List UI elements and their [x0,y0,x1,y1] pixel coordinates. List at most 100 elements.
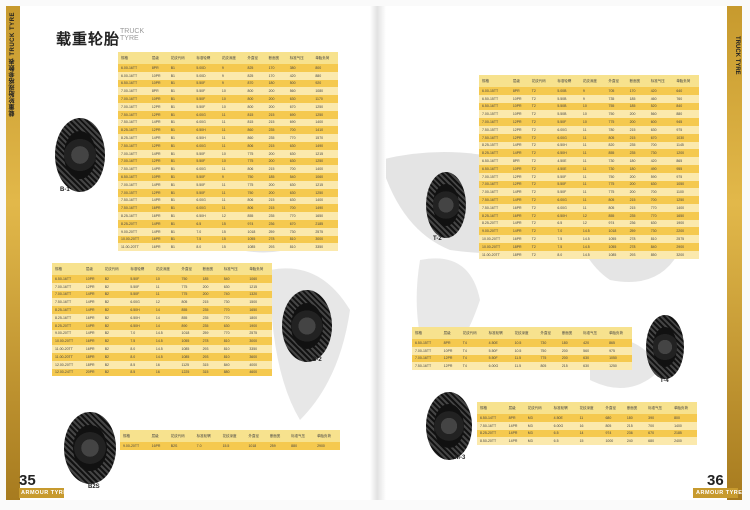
table-cell: 865 [606,339,632,347]
table-cell: 10PR [148,173,168,181]
table-cell: 880 [673,110,699,119]
table-row: 8.25-16TT 16PR B1 6.50H 12 855 235 770 1650 [118,212,338,220]
table-cell: 825 [244,71,266,80]
table-cell: 10 [152,275,179,283]
table-cell: 10 [218,102,245,111]
table-cell: 16 [152,360,179,369]
table-cell: 278 [626,235,648,243]
table-cell: 11 [218,165,245,174]
table-cell: T2 [528,196,555,204]
table-cell: 11 [218,134,245,142]
table-cell: B1 [167,196,194,205]
table-cell: B1 [167,227,194,236]
table-cell: 8.25-16TT [479,211,510,220]
table-cell: 14PR [148,134,168,142]
table-cell: B1 [167,141,194,150]
table-cell: 215 [265,196,287,205]
table-cell: 185 [199,275,221,283]
table-cell: 11 [579,180,606,189]
table-cell: 9 [218,71,245,80]
column-header: 标准气压 [286,52,313,64]
table-cell: 810 [286,243,313,252]
spec-table-t4: 规格 层级 花纹代码 标准轮辋 花纹深度 外直径 断面宽 标准气压 单胎负荷 6.50-15TT 8… [412,327,632,371]
table-cell: B1 [167,180,194,189]
table-cell: 14PR [148,118,168,127]
table-cell: 293 [199,345,221,353]
table-cell: 200 [626,110,648,119]
table-cell: 806 [244,196,266,205]
table-cell: 10.00-20TT [479,242,510,251]
table-cell: 8.25-20TT [477,429,506,438]
table-cell: 278 [265,235,287,244]
table-header-row: 规格 层级 花纹代码 标准轮辋 花纹深度 外直径 断面宽 标准气压 单胎负荷 [118,52,338,64]
table-cell: 700 [645,421,672,430]
table-row: 8.25-20TT 14PR T2 6.5 12 974 236 630 1900 [479,219,699,228]
table-cell: 8PR [505,414,525,422]
table-row: 7.00-16TT 12PR T2 5.50F 10 775 200 600 945 [479,118,699,126]
table-cell: 690 [286,118,313,127]
table-cell: 14PR [148,219,168,228]
table-cell: 12PR [440,362,460,371]
table-cell: 16PR [148,204,168,213]
table-cell: 278 [199,337,221,346]
table-cell: 14PR [505,429,525,438]
table-cell: B1 [167,64,194,72]
table-row: 7.00-16TT 14PR B2 5.50F 11 775 200 740 1320 [52,290,272,299]
table-cell: T2 [528,235,555,243]
tire-image-t4 [646,315,684,379]
column-header: 单胎负荷 [671,402,697,414]
table-cell: T2 [528,87,555,95]
table-cell: 1400 [671,421,697,430]
table-cell: 12PR [440,354,460,363]
column-header: 层级 [440,327,460,339]
table-cell: 490 [647,164,674,173]
table-cell: 11 [218,118,245,127]
column-header: 标准轮辋 [193,52,219,64]
table-cell: 5.50F [193,180,219,189]
table-cell: 2900 [314,442,340,450]
table-cell: 630 [647,125,674,134]
table-cell: 2575 [246,329,272,338]
column-header: 标准轮辋 [550,402,577,414]
table-cell: 770 [286,134,313,142]
table-cell: 14PR [509,219,529,228]
table-row: 8.25-20TT 14PR B1 6.5 15 974 236 670 2185 [118,219,338,228]
table-cell: 200 [265,149,287,158]
table-cell: 6.00G [193,204,219,213]
table-row: 7.50-15TT 12PR T2 6.00G 11 780 215 630 975 [479,125,699,134]
column-header: 标准气压 [288,430,315,442]
table-row: 7.00-15TT 12PR B1 5.50F 11 750 200 630 1250 [118,188,338,197]
right-page-number: 36 [707,472,724,489]
table-cell: 630 [580,362,607,371]
table-cell: 7.50-16TT [477,421,506,430]
tire-image-b2s [64,412,116,484]
column-header: 花纹代码 [524,402,551,414]
table-cell: 8PR [148,87,168,96]
table-cell: 840 [220,360,247,369]
table-cell: 805 [602,421,624,430]
table-cell: 1050 [673,180,699,189]
table-cell: 215 [626,196,648,204]
table-cell: 8.0 [127,345,153,353]
table-row: 7.50-16TT 14PR B1 6.00G 11 806 215 700 1400 [118,165,338,174]
table-cell: 2185 [671,429,697,438]
table-cell: 775 [244,149,266,158]
table-cell: 4000 [246,360,272,369]
table-cell: 855 [605,211,627,220]
table-row: 7.00-16TT 12PR T2 5.50F 11 775 200 630 1050 [479,180,699,189]
table-cell: 16PR [509,203,529,212]
table-cell: 10.5 [511,346,538,355]
table-cell: 6.00G [193,141,219,150]
table-cell: 10 [579,118,606,126]
table-cell: 200 [265,157,287,166]
table-cell: 14PR [148,165,168,174]
table-cell: 2200 [673,227,699,236]
table-cell: 16PR [509,211,529,220]
table-cell: 215 [558,362,581,371]
table-cell: 7.50-15TT [479,125,510,134]
table-header-row: 规格 层级 花纹代码 标准轮辋 花纹深度 外直径 断面宽 标准气压 单胎负荷 [412,327,632,339]
table-cell: 800 [244,102,266,111]
table-cell: 10.5 [511,339,538,347]
table-cell: 15.5 [219,442,246,450]
table-row: 9.00-20TT 14PR B2 7.0 14.5 1018 259 770 2575 [52,329,272,338]
